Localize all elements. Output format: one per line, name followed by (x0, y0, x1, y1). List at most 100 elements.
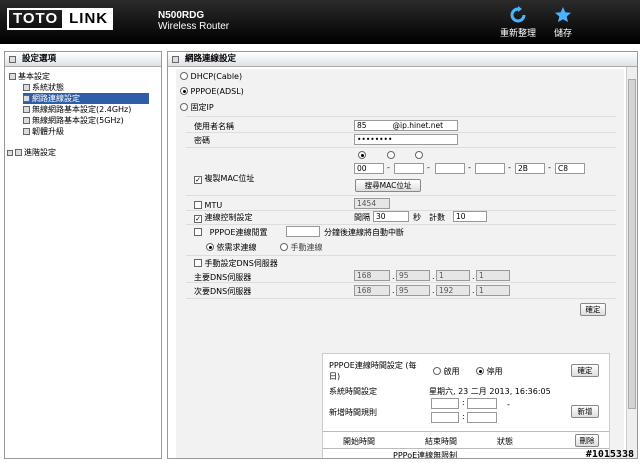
on-demand-option[interactable]: 依需求連線 (206, 242, 257, 253)
mode-label: DHCP(Cable) (190, 72, 243, 81)
totolink-logo: TOTO LINK (7, 8, 114, 30)
page-icon (23, 84, 30, 91)
sidebar-item-label: 基本設定 (18, 72, 50, 81)
start-hour-input[interactable] (431, 398, 459, 409)
sidebar-item-label: 系統狀態 (32, 83, 64, 92)
add-rule-button[interactable]: 新增 (571, 405, 599, 418)
divider (186, 132, 616, 133)
radio[interactable] (433, 367, 441, 375)
username-value: 85 (357, 121, 367, 130)
divider (186, 282, 616, 283)
dns1-octet-2[interactable]: 95 (396, 270, 430, 281)
radio[interactable] (180, 87, 188, 95)
dns2-octet-3[interactable]: 192 (436, 285, 470, 296)
radio[interactable] (206, 243, 214, 251)
dns2-octet-1[interactable]: 168 (354, 285, 390, 296)
dot-separator: . (392, 272, 395, 281)
count-input[interactable]: 10 (453, 211, 487, 222)
password-input[interactable]: •••••••• (354, 134, 458, 145)
mode-pppoe[interactable]: PPPOE(ADSL) (180, 86, 244, 97)
username-input[interactable]: 85 @ip.hinet.net (354, 120, 458, 131)
main-panel: 網路連線設定 DHCP(Cable) PPPOE(ADSL) 固定IP 使用者名… (167, 51, 638, 459)
dns1-octet-1[interactable]: 168 (354, 270, 390, 281)
mtu-checkbox[interactable] (194, 201, 202, 209)
mac-octet-1[interactable]: 00 (354, 163, 384, 174)
end-hour-input[interactable] (431, 412, 459, 423)
radio[interactable] (180, 103, 188, 111)
mac-clone-row[interactable]: ✓ 複製MAC位址 (194, 173, 254, 184)
schedule-confirm-button[interactable]: 確定 (571, 364, 599, 377)
sidebar-item-firmware[interactable]: 韌體升級 (5, 126, 161, 137)
schedule-disable-label: 停用 (486, 367, 503, 376)
mac-octet-2[interactable] (394, 163, 424, 174)
mtu-input[interactable]: 1454 (354, 198, 390, 209)
dns1-octet-3[interactable]: 1 (436, 270, 470, 281)
mode-static[interactable]: 固定IP (180, 102, 214, 113)
dns-manual-row[interactable]: 手動設定DNS伺服器 (194, 258, 278, 269)
mac-octet-3[interactable] (435, 163, 465, 174)
mac-separator: - (508, 163, 511, 172)
dns2-label: 次要DNS伺服器 (194, 287, 252, 296)
col-status: 狀態 (497, 437, 513, 446)
radio[interactable] (280, 243, 288, 251)
dns1-octet-4[interactable]: 1 (476, 270, 510, 281)
search-mac-button[interactable]: 搜尋MAC位址 (355, 179, 421, 192)
sidebar-item-wifi24[interactable]: 無線網路基本設定(2.4GHz) (5, 104, 161, 115)
interval-label: 間隔 (354, 213, 370, 222)
divider (186, 147, 616, 148)
start-min-input[interactable] (467, 398, 497, 409)
divider (186, 224, 616, 225)
mac-radio-3[interactable] (415, 151, 423, 159)
delete-button[interactable]: 刪除 (575, 434, 599, 447)
flow-control-row[interactable]: ✓ 連線控制設定 (194, 212, 253, 223)
sidebar-item-basic[interactable]: 基本設定 (5, 71, 161, 82)
divider (323, 431, 609, 432)
save-button[interactable]: 儲存 (554, 6, 572, 39)
flow-control-checkbox[interactable]: ✓ (194, 215, 202, 223)
dot-separator: . (432, 272, 435, 281)
mac-octet-4[interactable] (475, 163, 505, 174)
mac-separator: - (427, 163, 430, 172)
sidebar-item-label: 進階設定 (24, 148, 56, 157)
radio[interactable] (476, 367, 484, 375)
sidebar-item-label: 無線網路基本設定(5GHz) (32, 116, 124, 125)
model-number: N500RDG (158, 10, 205, 21)
scrollbar[interactable] (626, 67, 637, 458)
end-min-input[interactable] (467, 412, 497, 423)
schedule-empty-text: PPPoE連線無限制 (393, 451, 458, 459)
sidebar-item-status[interactable]: 系統狀態 (5, 82, 161, 93)
refresh-icon (510, 6, 526, 23)
confirm-button[interactable]: 確定 (580, 303, 606, 316)
expand-icon (7, 150, 13, 156)
page-icon (23, 95, 30, 102)
mac-octet-5[interactable]: 2B (515, 163, 545, 174)
mac-separator: - (387, 163, 390, 172)
mac-octet-6[interactable]: C8 (555, 163, 585, 174)
username-suffix: @ip.hinet.net (392, 121, 444, 130)
interval-input[interactable]: 30 (373, 211, 409, 222)
idle-row[interactable]: PPPOE連線閒置 (194, 227, 267, 238)
mac-radio-1[interactable] (358, 151, 366, 159)
sidebar-item-advanced[interactable]: 進階設定 (5, 147, 161, 158)
reload-button[interactable]: 重新整理 (500, 6, 536, 39)
mac-radio-2[interactable] (387, 151, 395, 159)
divider (186, 195, 616, 196)
radio[interactable] (180, 72, 188, 80)
header-bar: TOTO LINK N500RDG Wireless Router 重新整理 儲存 (0, 0, 640, 44)
divider (186, 255, 616, 256)
schedule-enable-option[interactable]: 啟用 (433, 366, 460, 377)
manual-connect-option[interactable]: 手動連線 (280, 242, 323, 253)
dns-manual-checkbox[interactable] (194, 259, 202, 267)
dns2-octet-4[interactable]: 1 (476, 285, 510, 296)
password-label: 密碼 (194, 136, 210, 145)
mac-separator: - (548, 163, 551, 172)
mac-clone-checkbox[interactable]: ✓ (194, 176, 202, 184)
sidebar-item-wifi5[interactable]: 無線網路基本設定(5GHz) (5, 115, 161, 126)
schedule-disable-option[interactable]: 停用 (476, 366, 503, 377)
idle-minutes-input[interactable] (286, 226, 320, 237)
idle-checkbox[interactable] (194, 228, 202, 236)
mode-dhcp[interactable]: DHCP(Cable) (180, 71, 242, 82)
sidebar-item-network[interactable]: 網路連線設定 (23, 93, 149, 104)
scrollbar-thumb[interactable] (628, 79, 636, 409)
dns2-octet-2[interactable]: 95 (396, 285, 430, 296)
